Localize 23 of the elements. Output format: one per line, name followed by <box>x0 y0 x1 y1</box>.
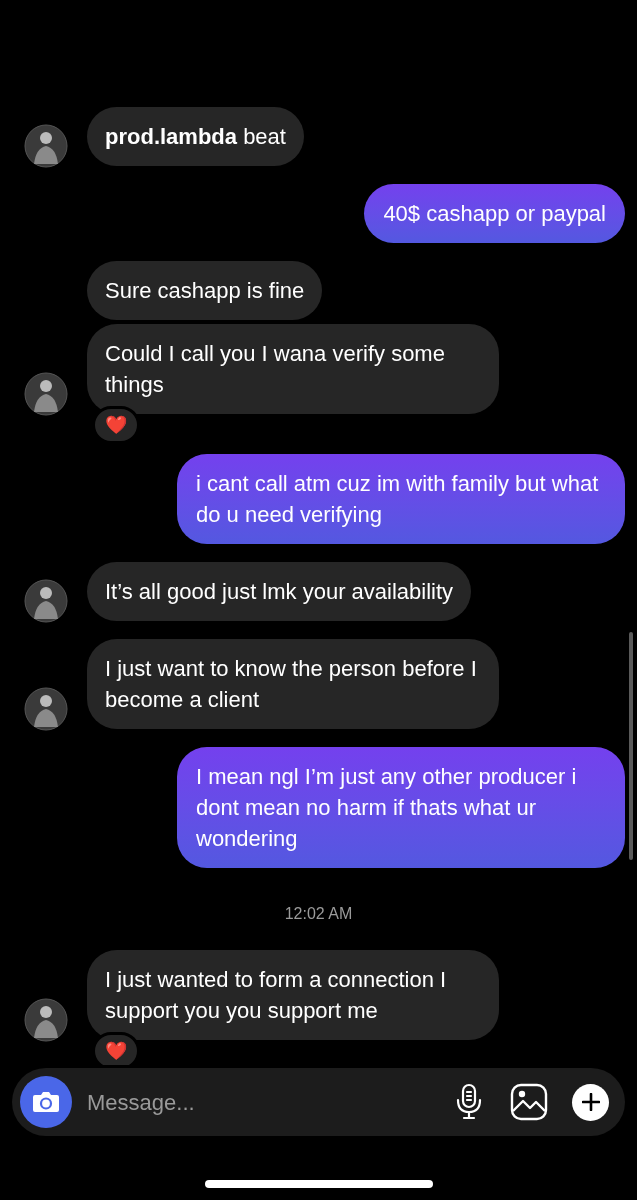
avatar <box>24 687 68 731</box>
avatar <box>24 372 68 416</box>
received-message: It’s all good just lmk your availability <box>87 562 472 621</box>
camera-icon <box>32 1091 60 1113</box>
reaction[interactable]: ❤ <box>92 406 140 444</box>
message-input[interactable]: Message... <box>87 1085 446 1119</box>
received-message: I just want to know the person before I become a client <box>87 639 499 729</box>
sent-message: i cant call atm cuz im with family but what do u need verifying <box>177 454 625 544</box>
message-field[interactable]: Message... <box>12 1068 625 1136</box>
add-button[interactable] <box>572 1083 609 1121</box>
image-icon[interactable] <box>510 1083 548 1121</box>
avatar <box>24 124 68 168</box>
reaction[interactable]: ❤ <box>92 1032 140 1065</box>
avatar <box>24 579 68 623</box>
sent-message: I mean ngl I’m just any other producer i dont mean no harm if thats what ur wondering <box>177 747 625 868</box>
microphone-icon[interactable] <box>454 1083 484 1121</box>
sent-message: 40$ cashapp or paypal <box>364 184 625 243</box>
camera-button[interactable] <box>20 1076 72 1128</box>
received-message: prod.lambda beat <box>87 107 304 166</box>
plus-icon <box>581 1093 600 1111</box>
received-message: Sure cashapp is fine <box>87 261 323 320</box>
timestamp: 12:02 AM <box>284 904 353 924</box>
avatar <box>24 998 68 1042</box>
